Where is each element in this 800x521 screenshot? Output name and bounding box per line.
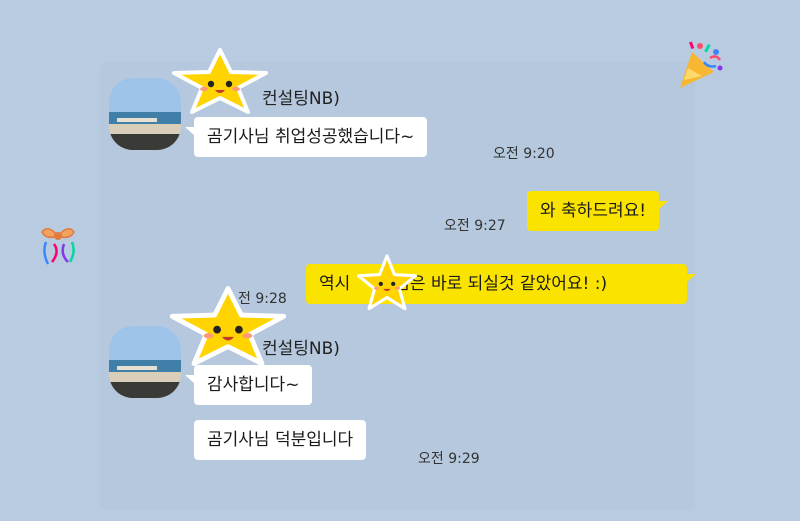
message-time: 오전 9:29 — [418, 451, 480, 467]
message-bubble[interactable]: 감사합니다~ — [185, 365, 313, 405]
party-popper-icon — [680, 41, 723, 88]
message-text: 곰기사님 취업성공했습니다~ — [207, 127, 415, 147]
sender-name: 컨설팅NB) — [262, 89, 340, 109]
message-bubble[interactable]: 와 축하드려요! — [527, 191, 669, 231]
message-time: 오전 9:27 — [444, 218, 506, 234]
message-text: 와 축하드려요! — [540, 201, 647, 221]
gift-ribbon-icon — [41, 228, 75, 265]
star-face-sticker — [356, 254, 418, 310]
message-text: 곰기사님 덕분입니다 — [207, 430, 354, 450]
star-face-sticker — [172, 48, 268, 114]
message-text: 감사합니다~ — [207, 375, 300, 395]
message-bubble[interactable]: 곰기사님 덕분입니다 — [194, 420, 367, 460]
message-bubble[interactable]: 곰기사님 취업성공했습니다~ — [185, 117, 428, 157]
message-text-part: 님은 바로 되실것 같았어요! :) — [394, 274, 608, 294]
message-text-part: 역시 — [319, 274, 351, 294]
star-face-sticker — [169, 286, 287, 366]
message-time: 오전 9:20 — [493, 146, 555, 162]
